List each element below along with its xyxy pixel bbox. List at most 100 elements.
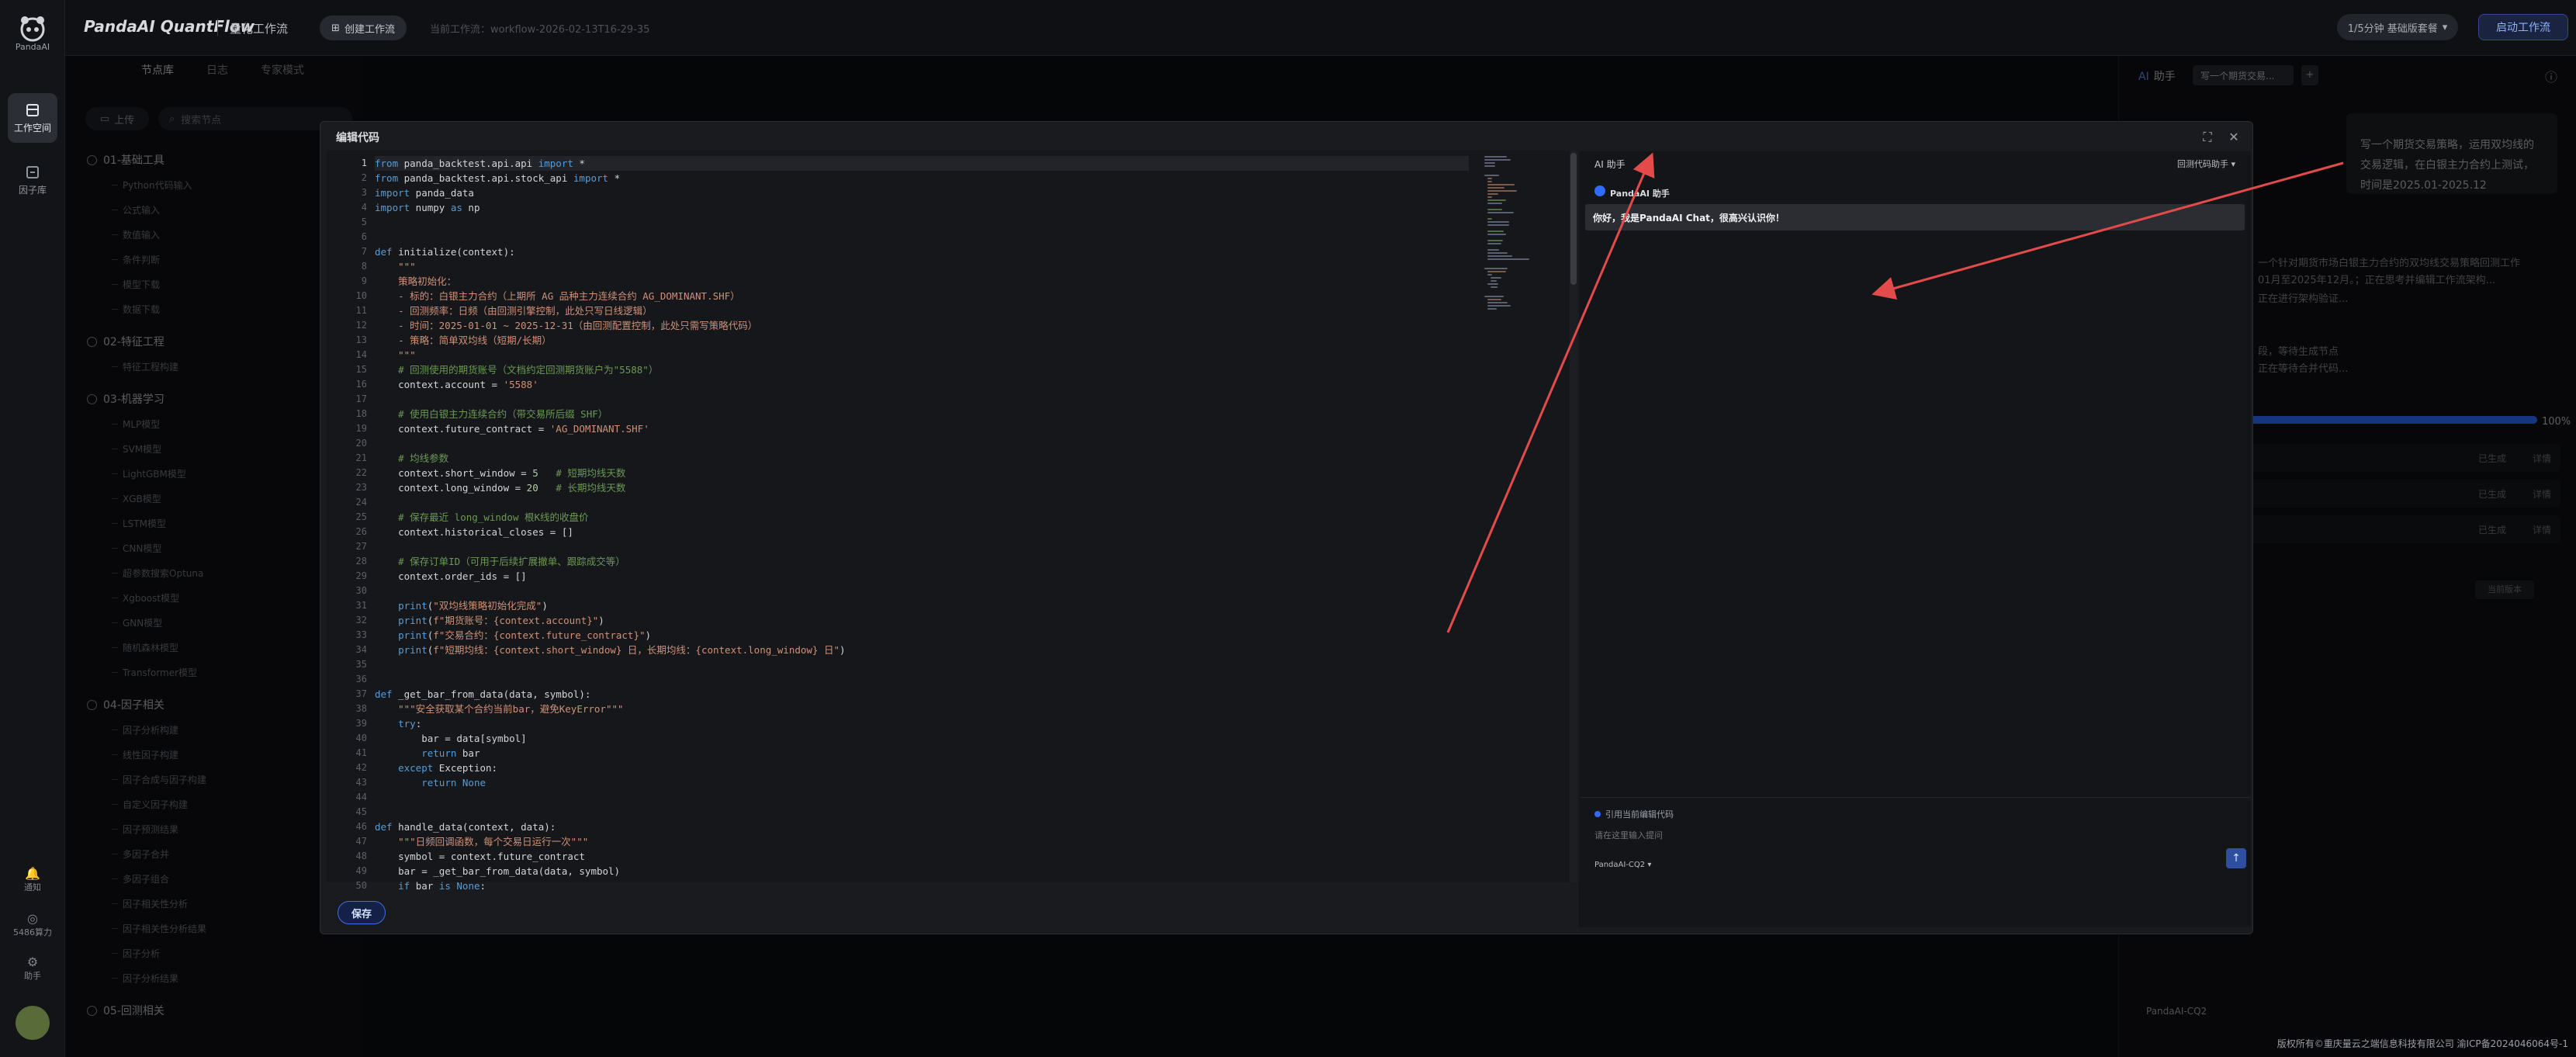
code-editor[interactable]: 1 2 3 4 5 6 7 8 9 10 11 12 13 14 15 16 17 18 19 20 21 22 23 24 2… (327, 151, 1577, 892)
assistant-icon: ⚙ (26, 955, 39, 969)
minimap-line (1484, 296, 1504, 297)
code-line[interactable]: from panda_backtest.api.api import * (375, 156, 585, 171)
vertical-scrollbar[interactable] (1570, 151, 1577, 882)
code-line[interactable]: # 均线参数 (375, 451, 448, 466)
ai-question-input[interactable] (1594, 827, 2184, 844)
code-line[interactable]: import panda_data (375, 185, 474, 200)
plus-icon: ⊞ (331, 22, 340, 34)
code-line[interactable]: def _get_bar_from_data(data, symbol): (375, 687, 590, 702)
plan-selector[interactable]: 1/5分钟 基础版套餐 ▾ (2337, 14, 2458, 40)
code-line[interactable]: if bar is None: (375, 879, 486, 893)
code-line[interactable]: - 时间：2025-01-01 ~ 2025-12-31（由回测配置控制，此处只… (375, 318, 757, 333)
rail-item-workspace[interactable]: 工作空间 (8, 93, 57, 143)
code-line[interactable]: def handle_data(context, data): (375, 820, 556, 834)
line-number: 48 (355, 851, 367, 861)
ai-mode-selector[interactable]: 回测代码助手 ▾ (2177, 158, 2235, 170)
code-line[interactable]: """ (375, 259, 416, 274)
line-number: 43 (355, 777, 367, 788)
code-line[interactable]: 策略初始化： (375, 274, 456, 289)
code-line[interactable]: import numpy as np (375, 200, 480, 215)
code-line[interactable]: bar = _get_bar_from_data(data, symbol) (375, 864, 620, 879)
expand-icon[interactable]: ⛶ (2200, 130, 2215, 145)
minimap-line (1487, 230, 1504, 232)
line-number: 45 (355, 806, 367, 817)
code-line[interactable]: print(f"期货账号：{context.account}") (375, 613, 604, 628)
code-line[interactable]: print("双均线策略初始化完成") (375, 598, 548, 613)
minimap-line (1487, 190, 1517, 192)
rail-notify[interactable]: 🔔 通知 (0, 866, 65, 893)
code-line[interactable]: # 保存订单ID（可用于后续扩展撤单、跟踪成交等） (375, 554, 625, 569)
line-number: 6 (361, 231, 367, 242)
minimap-line (1487, 181, 1492, 182)
code-line[interactable]: def initialize(context): (375, 244, 515, 259)
line-number: 39 (355, 718, 367, 729)
code-line[interactable]: context.short_window = 5 # 短期均线天数 (375, 466, 625, 480)
code-line[interactable]: """安全获取某个合约当前bar，避免KeyError""" (375, 702, 623, 716)
line-number: 41 (355, 747, 367, 758)
code-line[interactable]: # 使用白银主力连续合约（带交易所后缀 SHF） (375, 407, 608, 421)
rail-compute[interactable]: ◎ 5486算力 (0, 911, 65, 938)
bell-icon: 🔔 (25, 866, 40, 881)
save-button[interactable]: 保存 (338, 901, 386, 924)
chevron-down-icon: ▾ (1645, 861, 1652, 869)
rail-item-factor[interactable]: 因子库 (8, 155, 57, 205)
line-number: 7 (361, 246, 367, 257)
minimap-line (1487, 258, 1530, 260)
code-line[interactable]: except Exception: (375, 761, 497, 775)
reference-code-toggle[interactable]: 引用当前编辑代码 (1594, 808, 1674, 820)
line-number: 14 (355, 349, 367, 360)
code-line[interactable]: """日频回调函数，每个交易日运行一次""" (375, 834, 588, 849)
line-number: 26 (355, 526, 367, 537)
minimap-line (1487, 209, 1503, 210)
code-line[interactable]: bar = data[symbol] (375, 731, 526, 746)
avatar[interactable] (16, 1006, 50, 1040)
line-number: 13 (355, 334, 367, 345)
line-number: 18 (355, 408, 367, 419)
rail-assistant[interactable]: ⚙ 助手 (0, 955, 65, 982)
new-workflow-button[interactable]: ⊞ 创建工作流 (320, 16, 407, 40)
code-line[interactable]: context.long_window = 20 # 长期均线天数 (375, 480, 625, 495)
line-number: 30 (355, 585, 367, 596)
line-number: 25 (355, 511, 367, 522)
code-line[interactable]: - 回测频率：日频（由回测引擎控制，此处只写日线逻辑） (375, 303, 653, 318)
line-number: 19 (355, 423, 367, 434)
minimap-line (1487, 240, 1503, 241)
close-icon[interactable]: ✕ (2226, 130, 2242, 145)
modal-title: 编辑代码 (336, 132, 379, 144)
code-line[interactable]: # 回测使用的期货账号（文档约定回测期货账户为"5588"） (375, 362, 658, 377)
minimap-line (1487, 243, 1501, 244)
ai-model-selector[interactable]: PandaAI-CQ2 ▾ (1594, 861, 1651, 869)
line-number: 2 (361, 172, 367, 183)
code-line[interactable]: context.order_ids = [] (375, 569, 527, 584)
code-line[interactable]: context.account = '5588' (375, 377, 538, 392)
minimap-line (1487, 271, 1506, 272)
minimap-line (1487, 249, 1500, 251)
minimap[interactable] (1484, 151, 1570, 882)
arrow-up-icon[interactable]: ↑ (2226, 848, 2246, 868)
new-workflow-label: 创建工作流 (344, 23, 395, 36)
code-line[interactable]: - 标的：白银主力合约（上期所 AG 品种主力连续合约 AG_DOMINANT.… (375, 289, 740, 303)
code-line[interactable]: """ (375, 348, 416, 362)
line-number: 42 (355, 762, 367, 773)
code-line[interactable]: print(f"交易合约：{context.future_contract}") (375, 628, 651, 643)
code-line[interactable]: symbol = context.future_contract (375, 849, 585, 864)
code-line[interactable]: try: (375, 716, 421, 731)
code-line[interactable]: print(f"短期均线：{context.short_window} 日，长期… (375, 643, 845, 657)
run-workflow-button[interactable]: 启动工作流 (2478, 14, 2568, 40)
code-area[interactable]: from panda_backtest.api.api import * from… (375, 151, 1469, 892)
code-line[interactable]: return bar (375, 746, 480, 761)
code-line[interactable]: from panda_backtest.api.stock_api import… (375, 171, 620, 185)
code-line[interactable]: context.historical_closes = [] (375, 525, 573, 539)
code-line[interactable]: # 保存最近 long_window 根K线的收盘价 (375, 510, 588, 525)
scrollbar-thumb[interactable] (1570, 153, 1577, 285)
minimap-line (1487, 203, 1503, 204)
minimap-line (1487, 283, 1498, 285)
minimap-line (1484, 268, 1508, 269)
minimap-line (1491, 286, 1497, 288)
code-line[interactable]: return None (375, 775, 486, 790)
line-number: 46 (355, 821, 367, 832)
minimap-line (1484, 159, 1511, 161)
code-line[interactable]: context.future_contract = 'AG_DOMINANT.S… (375, 421, 649, 436)
line-number: 32 (355, 615, 367, 626)
code-line[interactable]: - 策略：简单双均线（短期/长期） (375, 333, 552, 348)
